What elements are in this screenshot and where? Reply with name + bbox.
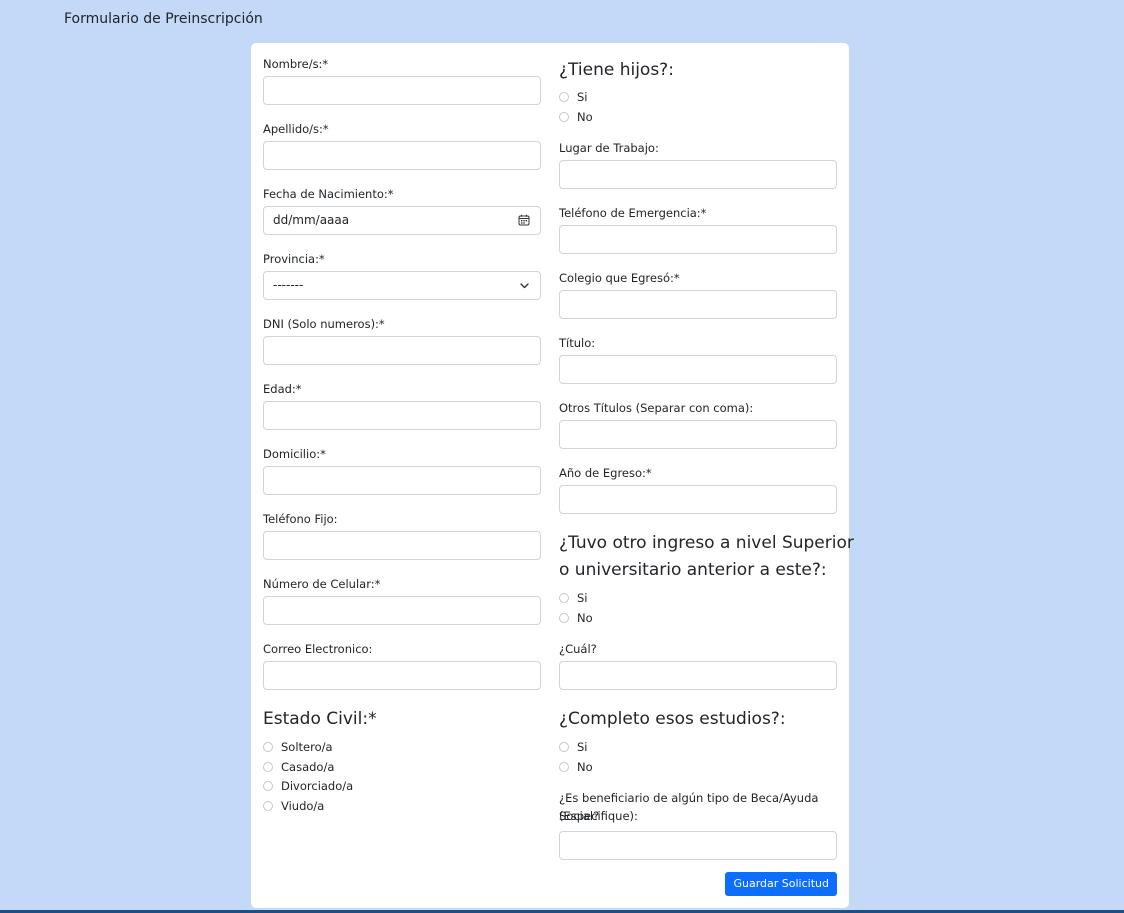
domicilio-group: Domicilio:* (263, 446, 541, 495)
radio-label: Si (577, 591, 588, 605)
completo-option-no[interactable]: No (559, 757, 593, 777)
calendar-icon[interactable] (518, 214, 530, 226)
radio-circle[interactable] (559, 742, 569, 752)
telefono-fijo-input[interactable] (263, 531, 541, 560)
titulo-group: Título: (559, 335, 837, 384)
radio-circle[interactable] (263, 781, 273, 791)
telefono-emergencia-label: Teléfono de Emergencia:* (559, 206, 707, 220)
radio-label: Soltero/a (281, 740, 333, 754)
correo-group: Correo Electronico: (263, 641, 541, 690)
radio-label: Si (577, 740, 588, 754)
provincia-selected: ------- (273, 278, 304, 292)
dni-label: DNI (Solo numeros):* (263, 317, 385, 331)
fecha-nacimiento-group: Fecha de Nacimiento:* dd/mm/aaaa (263, 186, 541, 235)
provincia-group: Provincia:* ------- (263, 251, 541, 300)
radio-label: No (577, 611, 593, 625)
otros-titulos-input[interactable] (559, 420, 837, 449)
correo-label: Correo Electronico: (263, 642, 373, 656)
apellido-input[interactable] (263, 141, 541, 170)
save-button[interactable]: Guardar Solicitud (725, 872, 837, 896)
domicilio-input[interactable] (263, 466, 541, 495)
lugar-trabajo-group: Lugar de Trabajo: (559, 140, 837, 189)
cual-label: ¿Cuál? (559, 642, 597, 656)
radio-circle[interactable] (263, 762, 273, 772)
completo-option-si[interactable]: Si (559, 737, 588, 757)
nombre-group: Nombre/s:* (263, 56, 541, 105)
radio-circle[interactable] (263, 801, 273, 811)
radio-label: No (577, 760, 593, 774)
telefono-fijo-label: Teléfono Fijo: (263, 512, 338, 526)
dni-group: DNI (Solo numeros):* (263, 316, 541, 365)
telefono-emergencia-input[interactable] (559, 225, 837, 254)
radio-circle[interactable] (559, 92, 569, 102)
beca-input[interactable] (559, 831, 837, 860)
provincia-select[interactable]: ------- (263, 271, 541, 300)
chevron-down-icon (520, 283, 529, 289)
otros-titulos-label: Otros Títulos (Separar con coma): (559, 401, 754, 415)
estado-civil-title: Estado Civil:* (263, 709, 377, 729)
otro-ingreso-title-line1: ¿Tuvo otro ingreso a nivel Superior (559, 533, 854, 553)
celular-input[interactable] (263, 596, 541, 625)
radio-circle[interactable] (559, 613, 569, 623)
fecha-placeholder: dd/mm/aaaa (273, 213, 350, 227)
edad-label: Edad:* (263, 382, 302, 396)
radio-label: Viudo/a (281, 799, 325, 813)
otro-ingreso-title-line2: o universitario anterior a este?: (559, 560, 827, 580)
estado-civil-option-viudo[interactable]: Viudo/a (263, 796, 324, 816)
anio-egreso-label: Año de Egreso:* (559, 466, 652, 480)
apellido-group: Apellido/s:* (263, 121, 541, 170)
celular-group: Número de Celular:* (263, 576, 541, 625)
estado-civil-option-divorciado[interactable]: Divorciado/a (263, 776, 353, 796)
completo-title: ¿Completo esos estudios?: (559, 709, 786, 729)
radio-circle[interactable] (559, 593, 569, 603)
celular-label: Número de Celular:* (263, 577, 381, 591)
colegio-label: Colegio que Egresó:* (559, 271, 680, 285)
lugar-trabajo-label: Lugar de Trabajo: (559, 141, 659, 155)
form-card: Nombre/s:* Apellido/s:* Fecha de Nacimie… (251, 43, 854, 908)
cual-input[interactable] (559, 661, 837, 690)
radio-circle[interactable] (263, 742, 273, 752)
hijos-option-si[interactable]: Si (559, 87, 588, 107)
edad-group: Edad:* (263, 381, 541, 430)
telefono-fijo-group: Teléfono Fijo: (263, 511, 541, 560)
hijos-option-no[interactable]: No (559, 107, 593, 127)
correo-input[interactable] (263, 661, 541, 690)
colegio-group: Colegio que Egresó:* (559, 270, 837, 319)
nombre-label: Nombre/s:* (263, 57, 329, 71)
apellido-label: Apellido/s:* (263, 122, 329, 136)
edad-input[interactable] (263, 401, 541, 430)
estado-civil-option-casado[interactable]: Casado/a (263, 757, 334, 777)
dni-input[interactable] (263, 336, 541, 365)
otro-ingreso-option-si[interactable]: Si (559, 588, 588, 608)
radio-label: No (577, 110, 593, 124)
anio-egreso-input[interactable] (559, 485, 837, 514)
titulo-label: Título: (559, 336, 596, 350)
domicilio-label: Domicilio:* (263, 447, 326, 461)
hijos-title: ¿Tiene hijos?: (559, 60, 674, 80)
otro-ingreso-option-no[interactable]: No (559, 608, 593, 628)
otros-titulos-group: Otros Títulos (Separar con coma): (559, 400, 837, 449)
radio-circle[interactable] (559, 762, 569, 772)
provincia-label: Provincia:* (263, 252, 325, 266)
lugar-trabajo-input[interactable] (559, 160, 837, 189)
anio-egreso-group: Año de Egreso:* (559, 465, 837, 514)
beca-label-line2: (Especifique): (559, 809, 638, 823)
telefono-emergencia-group: Teléfono de Emergencia:* (559, 205, 837, 254)
radio-circle[interactable] (559, 112, 569, 122)
cual-group: ¿Cuál? (559, 641, 837, 690)
radio-label: Casado/a (281, 760, 335, 774)
radio-label: Divorciado/a (281, 779, 354, 793)
estado-civil-option-soltero[interactable]: Soltero/a (263, 737, 333, 757)
colegio-input[interactable] (559, 290, 837, 319)
nombre-input[interactable] (263, 76, 541, 105)
radio-label: Si (577, 90, 588, 104)
fecha-nacimiento-input[interactable]: dd/mm/aaaa (263, 206, 541, 235)
titulo-input[interactable] (559, 355, 837, 384)
fecha-nacimiento-label: Fecha de Nacimiento:* (263, 187, 394, 201)
page-title: Formulario de Preinscripción (64, 11, 263, 27)
